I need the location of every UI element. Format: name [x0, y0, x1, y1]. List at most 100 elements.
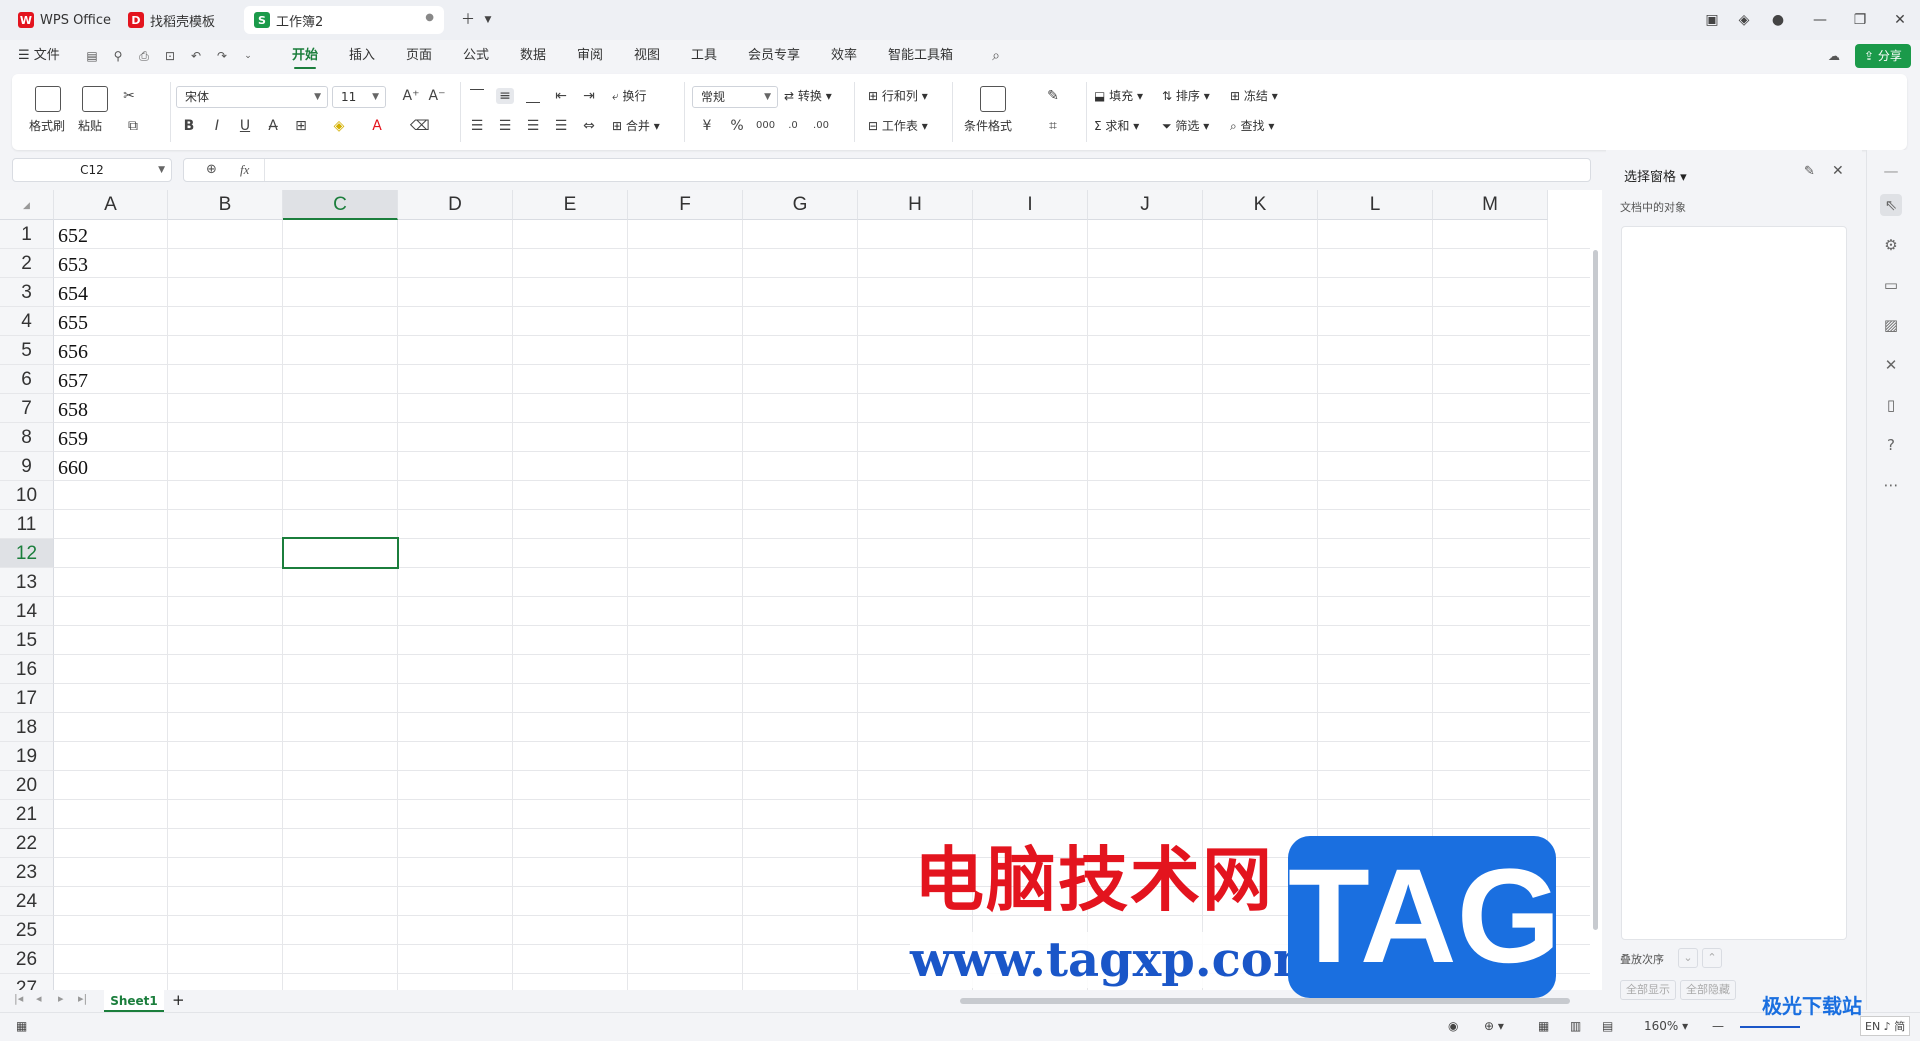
- bold-button[interactable]: B: [180, 118, 198, 134]
- eye-protect-icon[interactable]: ◉: [1448, 1019, 1458, 1033]
- restore-icon[interactable]: ❐: [1850, 10, 1870, 30]
- quick-access-chevron-icon[interactable]: ⌄: [240, 48, 256, 64]
- first-sheet-icon[interactable]: |◂: [14, 992, 23, 1005]
- row-header-23[interactable]: 23: [0, 858, 54, 887]
- move-up-button[interactable]: ⌃: [1702, 948, 1722, 968]
- zoom-slider[interactable]: [1740, 1026, 1800, 1028]
- menu-view[interactable]: 视图: [634, 40, 660, 72]
- tab-wps-office[interactable]: W WPS Office: [8, 6, 114, 34]
- column-header-i[interactable]: I: [973, 190, 1088, 220]
- strikethrough-icon[interactable]: A̶: [264, 118, 282, 134]
- column-header-f[interactable]: F: [628, 190, 743, 220]
- border-icon[interactable]: ⊞: [292, 118, 310, 134]
- fx-icon[interactable]: fx: [240, 162, 249, 178]
- menu-tools[interactable]: 工具: [691, 40, 717, 72]
- collapse-icon[interactable]: —: [1880, 160, 1902, 182]
- paste-label[interactable]: 粘贴: [78, 118, 102, 134]
- print-icon[interactable]: ⎙: [136, 48, 152, 64]
- underline-button[interactable]: U: [236, 118, 254, 134]
- row-header-27[interactable]: 27: [0, 974, 54, 990]
- row-header-21[interactable]: 21: [0, 800, 54, 829]
- menu-member[interactable]: 会员专享: [748, 40, 800, 72]
- properties-icon[interactable]: ⚙: [1880, 234, 1902, 256]
- cloud-icon[interactable]: ☁: [1826, 48, 1842, 64]
- column-header-e[interactable]: E: [513, 190, 628, 220]
- print-preview-icon[interactable]: ⊡: [162, 48, 178, 64]
- convert-button[interactable]: ⇄ 转换 ▾: [784, 88, 832, 104]
- row-header-4[interactable]: 4: [0, 307, 54, 336]
- distribute-icon[interactable]: ⇔: [580, 118, 598, 134]
- menu-smart-toolbox[interactable]: 智能工具箱: [888, 40, 953, 72]
- cell-style-icon[interactable]: ✎: [1044, 88, 1062, 104]
- row-header-26[interactable]: 26: [0, 945, 54, 974]
- ime-indicator[interactable]: EN ♪ 简: [1860, 1016, 1911, 1036]
- column-header-a[interactable]: A: [54, 190, 168, 220]
- more-icon[interactable]: ⋯: [1880, 474, 1902, 496]
- row-header-25[interactable]: 25: [0, 916, 54, 945]
- select-all-corner[interactable]: ◢: [0, 190, 54, 220]
- conditional-format-label[interactable]: 条件格式: [964, 118, 1012, 134]
- percent-icon[interactable]: %: [728, 118, 746, 134]
- cell-a2[interactable]: 653: [56, 249, 168, 278]
- cell-a7[interactable]: 658: [56, 394, 168, 423]
- link-icon[interactable]: ⚲: [110, 48, 126, 64]
- column-header-m[interactable]: M: [1433, 190, 1548, 220]
- name-box[interactable]: C12 ▼: [12, 158, 172, 182]
- tools-icon[interactable]: ✕: [1880, 354, 1902, 376]
- column-header-k[interactable]: K: [1203, 190, 1318, 220]
- zoom-formula-icon[interactable]: ⊕: [206, 162, 217, 177]
- increase-font-icon[interactable]: A⁺: [402, 88, 420, 104]
- row-header-22[interactable]: 22: [0, 829, 54, 858]
- comment-icon[interactable]: ▭: [1880, 274, 1902, 296]
- row-header-11[interactable]: 11: [0, 510, 54, 539]
- zoom-level[interactable]: 160% ▾: [1644, 1019, 1688, 1033]
- horizontal-scroll-thumb[interactable]: [960, 998, 1570, 1004]
- column-header-d[interactable]: D: [398, 190, 513, 220]
- select-pointer-icon[interactable]: ⇖: [1880, 194, 1902, 216]
- crop-icon[interactable]: ⌗: [1044, 118, 1062, 134]
- rows-cols-button[interactable]: ⊞ 行和列 ▾: [868, 88, 928, 104]
- font-color-icon[interactable]: A: [368, 118, 386, 134]
- menu-home[interactable]: 开始: [292, 40, 318, 72]
- page-layout-icon[interactable]: ▥: [1570, 1019, 1581, 1033]
- row-header-1[interactable]: 1: [0, 220, 54, 249]
- cell-a9[interactable]: 660: [56, 452, 168, 481]
- file-menu[interactable]: ☰ 文件: [18, 40, 60, 72]
- indent-increase-icon[interactable]: ⇥: [580, 88, 598, 104]
- currency-icon[interactable]: ¥: [698, 118, 716, 134]
- fill-color-icon[interactable]: ◈: [330, 118, 348, 134]
- row-header-15[interactable]: 15: [0, 626, 54, 655]
- align-right-icon[interactable]: ☰: [524, 118, 542, 134]
- tab-docer-templates[interactable]: D 找稻壳模板: [118, 6, 238, 34]
- cell-a8[interactable]: 659: [56, 423, 168, 452]
- sum-button[interactable]: Σ 求和 ▾: [1094, 118, 1139, 134]
- share-button[interactable]: ⇪ 分享: [1855, 44, 1911, 68]
- row-header-12[interactable]: 12: [0, 539, 54, 568]
- format-painter-label[interactable]: 格式刷: [29, 118, 65, 134]
- vertical-scroll-thumb[interactable]: [1593, 250, 1598, 930]
- menu-formula[interactable]: 公式: [463, 40, 489, 72]
- page-break-icon[interactable]: ▤: [1602, 1019, 1613, 1033]
- sheet-tab-sheet1[interactable]: Sheet1: [104, 990, 164, 1012]
- zoom-out-icon[interactable]: —: [1712, 1019, 1724, 1033]
- object-list[interactable]: [1621, 226, 1847, 940]
- layout-icon[interactable]: ▣: [1702, 10, 1722, 30]
- row-header-2[interactable]: 2: [0, 249, 54, 278]
- hide-all-button[interactable]: 全部隐藏: [1680, 980, 1736, 1000]
- last-sheet-icon[interactable]: ▸|: [78, 992, 87, 1005]
- align-left-icon[interactable]: ☰: [468, 118, 486, 134]
- freeze-button[interactable]: ⊞ 冻结 ▾: [1230, 88, 1278, 104]
- row-header-19[interactable]: 19: [0, 742, 54, 771]
- thousands-icon[interactable]: 000: [756, 118, 775, 134]
- column-header-b[interactable]: B: [168, 190, 283, 220]
- row-header-13[interactable]: 13: [0, 568, 54, 597]
- pin-icon[interactable]: ✎: [1804, 164, 1815, 179]
- row-header-18[interactable]: 18: [0, 713, 54, 742]
- column-header-g[interactable]: G: [743, 190, 858, 220]
- prev-sheet-icon[interactable]: ◂: [36, 992, 42, 1005]
- minimize-icon[interactable]: —: [1810, 10, 1830, 30]
- cell-a6[interactable]: 657: [56, 365, 168, 394]
- image-icon[interactable]: ▨: [1880, 314, 1902, 336]
- cell-a4[interactable]: 655: [56, 307, 168, 336]
- row-header-20[interactable]: 20: [0, 771, 54, 800]
